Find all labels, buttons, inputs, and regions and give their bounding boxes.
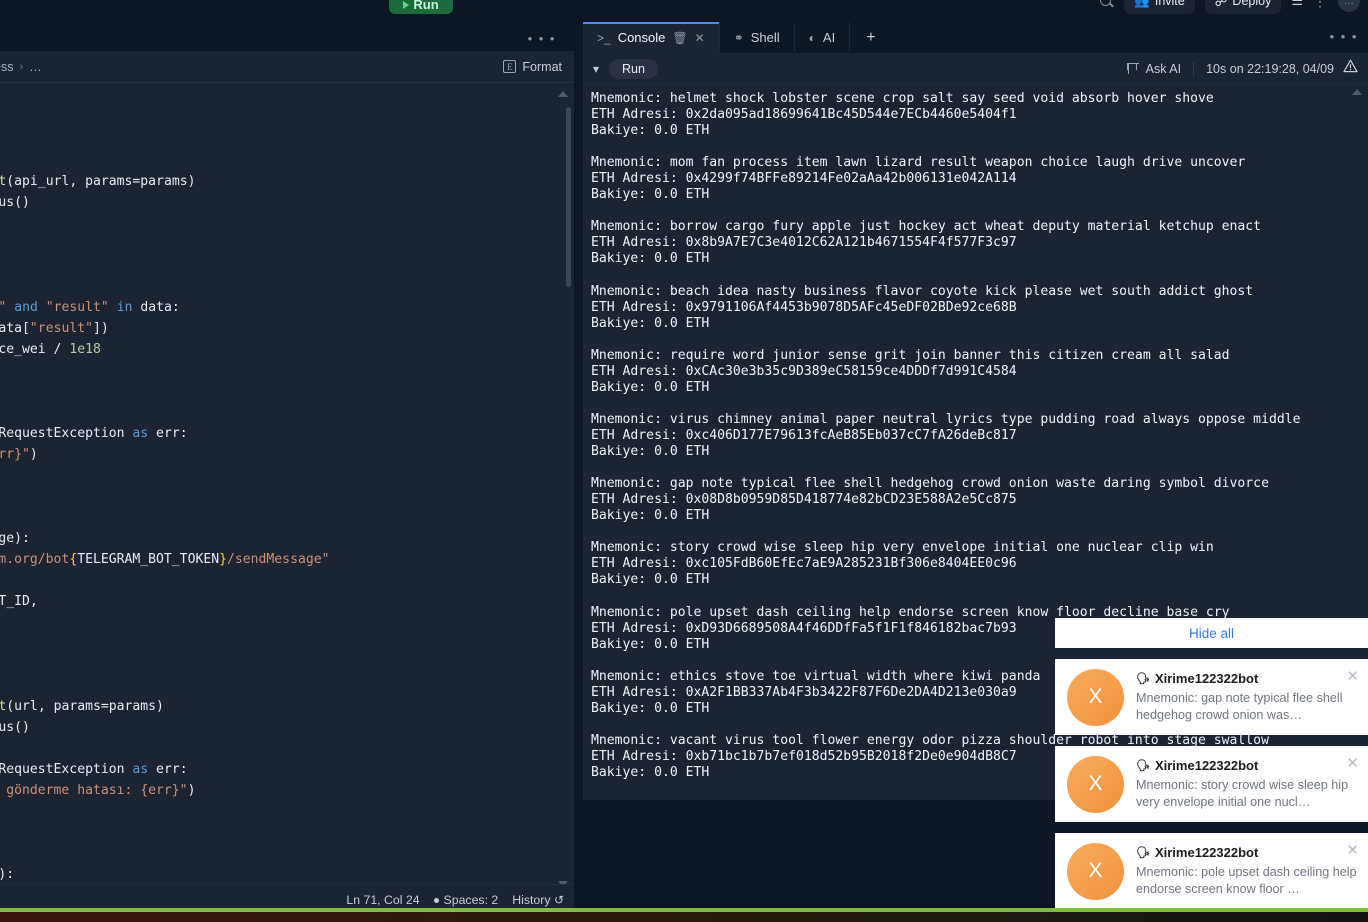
tab-console-label: Console bbox=[617, 30, 666, 45]
notification-body: Mnemonic: gap note typical flee shell he… bbox=[1136, 690, 1343, 722]
notification-content: 🗣 Xirime122322bot Mnemonic: gap note typ… bbox=[1136, 671, 1360, 724]
settings-sliders-icon[interactable]: ☰ bbox=[1291, 0, 1303, 9]
editor-breadcrumb-bar: ess › … E Format bbox=[0, 51, 574, 83]
tab-shell[interactable]: ⚭ Shell bbox=[720, 22, 795, 53]
notification-title: 🗣 Xirime122322bot bbox=[1136, 758, 1360, 773]
ask-ai-label: Ask AI bbox=[1145, 61, 1182, 76]
breadcrumb[interactable]: ess › … bbox=[0, 60, 42, 74]
invite-label: Invite bbox=[1154, 0, 1185, 8]
cursor-position: Ln 71, Col 24 bbox=[346, 892, 420, 907]
top-toolbar: Run 👥 Invite ☍ Deploy ☰ ⋮ … bbox=[0, 0, 1368, 22]
editor-pane: • • • ess › … E Format apt_key = request… bbox=[0, 22, 580, 922]
avatar: X bbox=[1067, 842, 1124, 900]
notification-title-text: Xirime122322bot bbox=[1154, 670, 1259, 686]
code-text[interactable]: apt_key = requests.get(api_url, params=p… bbox=[0, 87, 574, 895]
tab-ai-label: AI bbox=[822, 30, 836, 45]
deploy-icon: ☍ bbox=[1214, 0, 1228, 9]
run-timestamp: 10s on 22:19:28, 04/09 bbox=[1206, 61, 1334, 76]
console-toolbar: ▾ Run Ask AI 10s on 22:19:28, 04/09 bbox=[583, 53, 1368, 85]
format-label: Format bbox=[522, 59, 562, 74]
editor-tab-options-icon[interactable]: • • • bbox=[528, 32, 556, 45]
comment-flag-icon bbox=[1127, 62, 1139, 74]
editor-card: • • • ess › … E Format apt_key = request… bbox=[0, 30, 574, 914]
terminal-prompt-icon: >_ bbox=[597, 30, 611, 45]
code-editor[interactable]: apt_key = requests.get(api_url, params=p… bbox=[0, 83, 574, 895]
close-icon[interactable]: ✕ bbox=[1346, 667, 1359, 685]
tab-console[interactable]: >_ Console 🗑 ✕ bbox=[583, 22, 720, 53]
console-pane-options-icon[interactable]: • • • bbox=[1330, 29, 1358, 44]
run-button[interactable]: Run bbox=[389, 0, 453, 14]
indentation-label: Spaces: 2 bbox=[443, 892, 499, 907]
deploy-label: Deploy bbox=[1232, 0, 1272, 8]
breadcrumb-segment-first[interactable]: ess bbox=[0, 60, 13, 74]
console-tabstrip: >_ Console 🗑 ✕ ⚭ Shell ◐ AI + • • • bbox=[583, 22, 1368, 53]
notification-item[interactable]: X 🗣 Xirime122322bot Mnemonic: story crow… bbox=[1055, 746, 1368, 822]
editor-tabstrip: • • • bbox=[0, 30, 574, 51]
deploy-button[interactable]: ☍ Deploy bbox=[1204, 0, 1282, 14]
tab-ai[interactable]: ◐ AI bbox=[795, 22, 851, 53]
close-icon[interactable]: ✕ bbox=[695, 31, 705, 45]
megaphone-icon: 🗣 bbox=[1136, 846, 1150, 859]
play-icon bbox=[403, 1, 410, 9]
run-button-label: Run bbox=[413, 0, 439, 12]
notification-title-text: Xirime122322bot bbox=[1154, 757, 1259, 773]
hide-all-button[interactable]: Hide all bbox=[1055, 618, 1368, 648]
notification-title: 🗣 Xirime122322bot bbox=[1136, 845, 1360, 860]
tab-shell-label: Shell bbox=[750, 30, 780, 45]
notification-item[interactable]: X 🗣 Xirime122322bot Mnemonic: pole upset… bbox=[1055, 833, 1368, 909]
notification-content: 🗣 Xirime122322bot Mnemonic: story crowd … bbox=[1136, 758, 1360, 811]
format-icon: E bbox=[503, 60, 517, 73]
replit-workspace: Run 👥 Invite ☍ Deploy ☰ ⋮ … • • • ss › …… bbox=[0, 0, 1368, 922]
history-label: History bbox=[512, 892, 551, 907]
bottom-dark-strip bbox=[0, 912, 1368, 922]
history-clock-icon: ↺ bbox=[553, 892, 564, 907]
warning-triangle-icon[interactable] bbox=[1343, 59, 1358, 78]
editor-scroll-up-icon[interactable] bbox=[558, 91, 568, 97]
invite-icon: 👥 bbox=[1134, 0, 1150, 8]
shell-icon: ⚭ bbox=[733, 30, 744, 45]
notification-title: 🗣 Xirime122322bot bbox=[1136, 671, 1360, 686]
notification-body: Mnemonic: story crowd wise sleep hip ver… bbox=[1136, 777, 1349, 809]
search-icon[interactable] bbox=[1099, 0, 1114, 9]
notification-title-text: Xirime122322bot bbox=[1154, 844, 1259, 860]
console-toolbar-right: Ask AI 10s on 22:19:28, 04/09 bbox=[1127, 59, 1358, 78]
top-toolbar-right: 👥 Invite ☍ Deploy ☰ ⋮ … bbox=[1099, 0, 1360, 14]
notification-content: 🗣 Xirime122322bot Mnemonic: pole upset d… bbox=[1136, 845, 1360, 898]
ai-icon: ◐ bbox=[808, 30, 816, 45]
notification-item[interactable]: X 🗣 Xirime122322bot Mnemonic: gap note t… bbox=[1055, 659, 1368, 735]
avatar[interactable]: … bbox=[1338, 0, 1360, 12]
avatar: X bbox=[1067, 668, 1124, 726]
close-icon[interactable]: ✕ bbox=[1346, 841, 1359, 859]
close-icon[interactable]: ✕ bbox=[1346, 754, 1359, 772]
editor-vertical-scrollbar[interactable] bbox=[566, 107, 571, 287]
ask-ai-button[interactable]: Ask AI bbox=[1127, 61, 1195, 76]
console-scroll-up-icon[interactable] bbox=[1352, 89, 1362, 95]
bullet-icon bbox=[433, 897, 439, 903]
add-tab-button[interactable]: + bbox=[850, 22, 891, 53]
megaphone-icon: 🗣 bbox=[1136, 672, 1150, 685]
chevron-down-icon[interactable]: ▾ bbox=[593, 62, 599, 76]
chevron-right-icon: › bbox=[19, 60, 24, 73]
notification-stack: Hide all X 🗣 Xirime122322bot Mnemonic: g… bbox=[1055, 618, 1368, 909]
trash-icon[interactable]: 🗑 bbox=[672, 31, 687, 45]
more-options-icon[interactable]: ⋮ bbox=[1313, 0, 1328, 10]
avatar: X bbox=[1067, 755, 1124, 813]
format-button[interactable]: E Format bbox=[503, 60, 562, 74]
notification-body: Mnemonic: pole upset dash ceiling help e… bbox=[1136, 864, 1357, 896]
history-button[interactable]: History ↺ bbox=[512, 893, 564, 907]
indentation-setting[interactable]: Spaces: 2 bbox=[433, 892, 499, 907]
invite-button[interactable]: 👥 Invite bbox=[1124, 0, 1195, 14]
breadcrumb-overflow[interactable]: … bbox=[29, 60, 42, 74]
console-run-button[interactable]: Run bbox=[609, 58, 658, 79]
megaphone-icon: 🗣 bbox=[1136, 759, 1150, 772]
